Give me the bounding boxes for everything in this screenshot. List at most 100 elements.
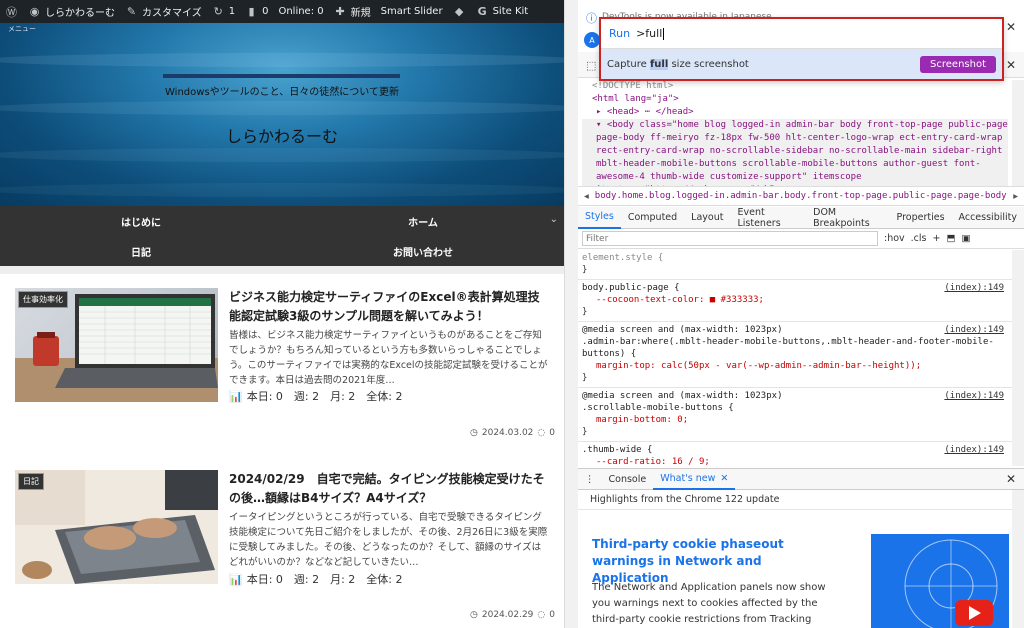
style-rule[interactable]: .thumb-wide {--card-ratio: 16 / 9; (index… xyxy=(578,442,1012,466)
comment-count: 0 xyxy=(549,428,555,438)
content-gap xyxy=(0,266,564,274)
command-prefix: Run xyxy=(609,27,631,40)
styles-scrollbar[interactable] xyxy=(1012,250,1024,466)
close-icon[interactable]: ✕ xyxy=(720,473,728,484)
tab-console[interactable]: Console xyxy=(602,468,654,490)
post-thumbnail[interactable]: 日記 xyxy=(15,470,218,584)
post-title[interactable]: ビジネス能力検定サーティファイのExcel®表計算処理技能認定試験3級のサンプル… xyxy=(229,288,549,326)
drawer-menu-icon[interactable]: ⋮ xyxy=(578,468,602,490)
suggestion-prefix: Capture xyxy=(607,58,650,70)
bar-chart-icon: 📊 xyxy=(229,389,243,403)
nav-item-contact[interactable]: お問い合わせ xyxy=(282,236,564,266)
tab-computed[interactable]: Computed xyxy=(621,207,684,229)
chevron-right-icon[interactable]: ▸ xyxy=(1007,191,1024,202)
refresh-icon: ↻ xyxy=(213,5,223,18)
screenshot-button[interactable]: Screenshot xyxy=(920,55,996,73)
close-icon[interactable]: ✕ xyxy=(1006,472,1024,486)
site-title[interactable]: しらかわるーむ xyxy=(0,123,564,147)
rule-declaration[interactable]: --card-ratio: 16 / 9; xyxy=(582,456,1008,466)
style-rule[interactable]: body.public-page {--cocoon-text-color: ■… xyxy=(578,280,1012,322)
rule-declaration[interactable]: margin-top: calc(50px - var(--wp-admin--… xyxy=(582,360,1008,372)
tab-layout[interactable]: Layout xyxy=(684,207,730,229)
category-badge[interactable]: 日記 xyxy=(18,473,44,490)
page-scrollbar[interactable] xyxy=(564,0,578,628)
nav-item-diary[interactable]: 日記 xyxy=(0,236,282,266)
dom-tree: <!DOCTYPE html> <html lang="ja"> ▸ <head… xyxy=(578,80,1012,186)
admin-bar-online[interactable]: Online: 0 xyxy=(273,0,328,23)
post-card[interactable]: 日記 2024/02/29 自宅で完結。タイピング技能検定受けたその後…額縁はB… xyxy=(15,470,555,628)
style-rule[interactable]: @media screen and (max-width: 1023px) .a… xyxy=(578,322,1012,388)
dom-head-node[interactable]: ▸ <head> ⋯ </head> xyxy=(582,106,1008,119)
website-viewport: Ⓦ ◉ しらかわるーむ ✎ カスタマイズ ↻ 1 ▮ 0 Online: 0 ✚ 新規 S… xyxy=(0,0,564,628)
admin-bar-comments[interactable]: ▮ 0 xyxy=(240,0,273,23)
rule-source-link[interactable]: (index):149 xyxy=(944,282,1004,294)
dom-breadcrumb[interactable]: body.home.blog.logged-in.admin-bar.body.… xyxy=(595,191,1007,201)
tab-event-listeners[interactable]: Event Listeners xyxy=(730,207,806,229)
wave-decoration xyxy=(0,53,564,67)
command-input[interactable]: Run >full xyxy=(601,19,1002,49)
rule-source-link[interactable]: (index):149 xyxy=(944,324,1004,336)
rule-close: } xyxy=(582,427,588,437)
tab-properties[interactable]: Properties xyxy=(890,207,952,229)
devtools-panel: ⓘ DevTools is now available in Japanese … xyxy=(578,0,1024,628)
rule-declaration[interactable]: --cocoon-text-color: ■ #333333; xyxy=(582,294,1008,306)
admin-bar-diamond[interactable]: ◆ xyxy=(448,0,471,23)
admin-bar-new[interactable]: ✚ 新規 xyxy=(329,0,376,23)
dom-html-node[interactable]: <html lang="ja"> xyxy=(582,93,1008,106)
tab-styles[interactable]: Styles xyxy=(578,207,621,229)
close-icon[interactable]: ✕ xyxy=(1006,58,1016,72)
drawer-scrollbar[interactable] xyxy=(1012,490,1024,628)
video-thumbnail[interactable] xyxy=(871,534,1009,628)
nav-item-intro[interactable]: はじめに xyxy=(0,206,282,236)
site-name-label: しらかわるーむ xyxy=(45,8,115,19)
smart-slider-label: Smart Slider xyxy=(380,6,443,17)
nav-item-home[interactable]: ホーム xyxy=(282,206,564,236)
header-hero: Windowsやツールのこと、日々の徒然について更新 しらかわるーむ xyxy=(0,23,564,206)
chevron-left-icon[interactable]: ◂ xyxy=(578,191,595,202)
stats-text: 本日: 0 週: 2 月: 2 全体: 2 xyxy=(246,573,403,586)
rule-close: } xyxy=(582,265,588,275)
tab-whats-new[interactable]: What's new ✕ xyxy=(653,468,736,490)
style-rule[interactable]: @media screen and (max-width: 1023px) .s… xyxy=(578,388,1012,442)
post-title[interactable]: 2024/02/29 自宅で完結。タイピング技能検定受けたその後…額縁はB4サイ… xyxy=(229,470,549,508)
admin-bar-smart-slider[interactable]: Smart Slider xyxy=(376,0,448,23)
declaration-text: --card-ratio: 16 / 9; xyxy=(596,457,710,466)
chevron-down-icon[interactable]: ⌄ xyxy=(550,214,558,225)
post-date: 2024.03.02 xyxy=(481,428,534,438)
collapse-arrow-icon[interactable]: ▾ xyxy=(596,120,607,130)
dashboard-icon: ◉ xyxy=(29,5,40,18)
dom-body-node[interactable]: ▾ <body class="home blog logged-in admin… xyxy=(582,119,1008,186)
post-card[interactable]: 仕事効率化 ビジネス能力検定サーティファイのExcel®表計算処理技能認定試験3… xyxy=(15,288,555,443)
plus-icon[interactable]: + xyxy=(933,233,941,244)
wp-logo-menu[interactable]: Ⓦ xyxy=(0,0,23,23)
paint-icon[interactable]: ⬒ xyxy=(946,233,955,244)
rule-source-link[interactable]: (index):149 xyxy=(944,444,1004,456)
wordpress-icon: Ⓦ xyxy=(6,5,17,19)
tab-accessibility[interactable]: Accessibility xyxy=(952,207,1024,229)
admin-bar-customize[interactable]: ✎ カスタマイズ xyxy=(120,0,207,23)
dom-doctype[interactable]: <!DOCTYPE html> xyxy=(582,80,1008,93)
cls-toggle[interactable]: .cls xyxy=(911,233,927,244)
avatar[interactable]: A xyxy=(584,32,600,48)
post-meta: ◷ 2024.03.02 ◌ 0 xyxy=(470,428,555,438)
admin-bar-site-name[interactable]: ◉ しらかわるーむ xyxy=(23,0,120,23)
menu-label[interactable]: メニュー xyxy=(8,24,36,34)
laptop-typing-illustration xyxy=(15,470,218,584)
post-thumbnail[interactable]: 仕事効率化 xyxy=(15,288,218,402)
category-badge[interactable]: 仕事効率化 xyxy=(18,291,68,308)
hov-toggle[interactable]: :hov xyxy=(884,233,905,244)
sidebar-toggle-icon[interactable]: ▣ xyxy=(961,233,970,244)
admin-bar-site-kit[interactable]: G Site Kit xyxy=(471,0,534,23)
styles-filter-input[interactable] xyxy=(582,231,878,246)
admin-bar-updates[interactable]: ↻ 1 xyxy=(207,0,240,23)
close-icon[interactable]: ✕ xyxy=(1006,20,1016,34)
rule-declaration[interactable]: margin-bottom: 0; xyxy=(582,414,1008,426)
rule-source-link[interactable]: (index):149 xyxy=(944,390,1004,402)
wave-decoration xyxy=(0,101,564,115)
dom-scrollbar[interactable] xyxy=(1012,80,1024,186)
style-rule[interactable]: element.style {} xyxy=(578,250,1012,280)
inspect-icon[interactable]: ⬚ xyxy=(586,59,596,72)
expand-arrow-icon[interactable]: ▸ xyxy=(596,107,607,117)
command-suggestion[interactable]: Capture full size screenshot Screenshot xyxy=(601,49,1002,79)
tab-dom-breakpoints[interactable]: DOM Breakpoints xyxy=(806,207,889,229)
